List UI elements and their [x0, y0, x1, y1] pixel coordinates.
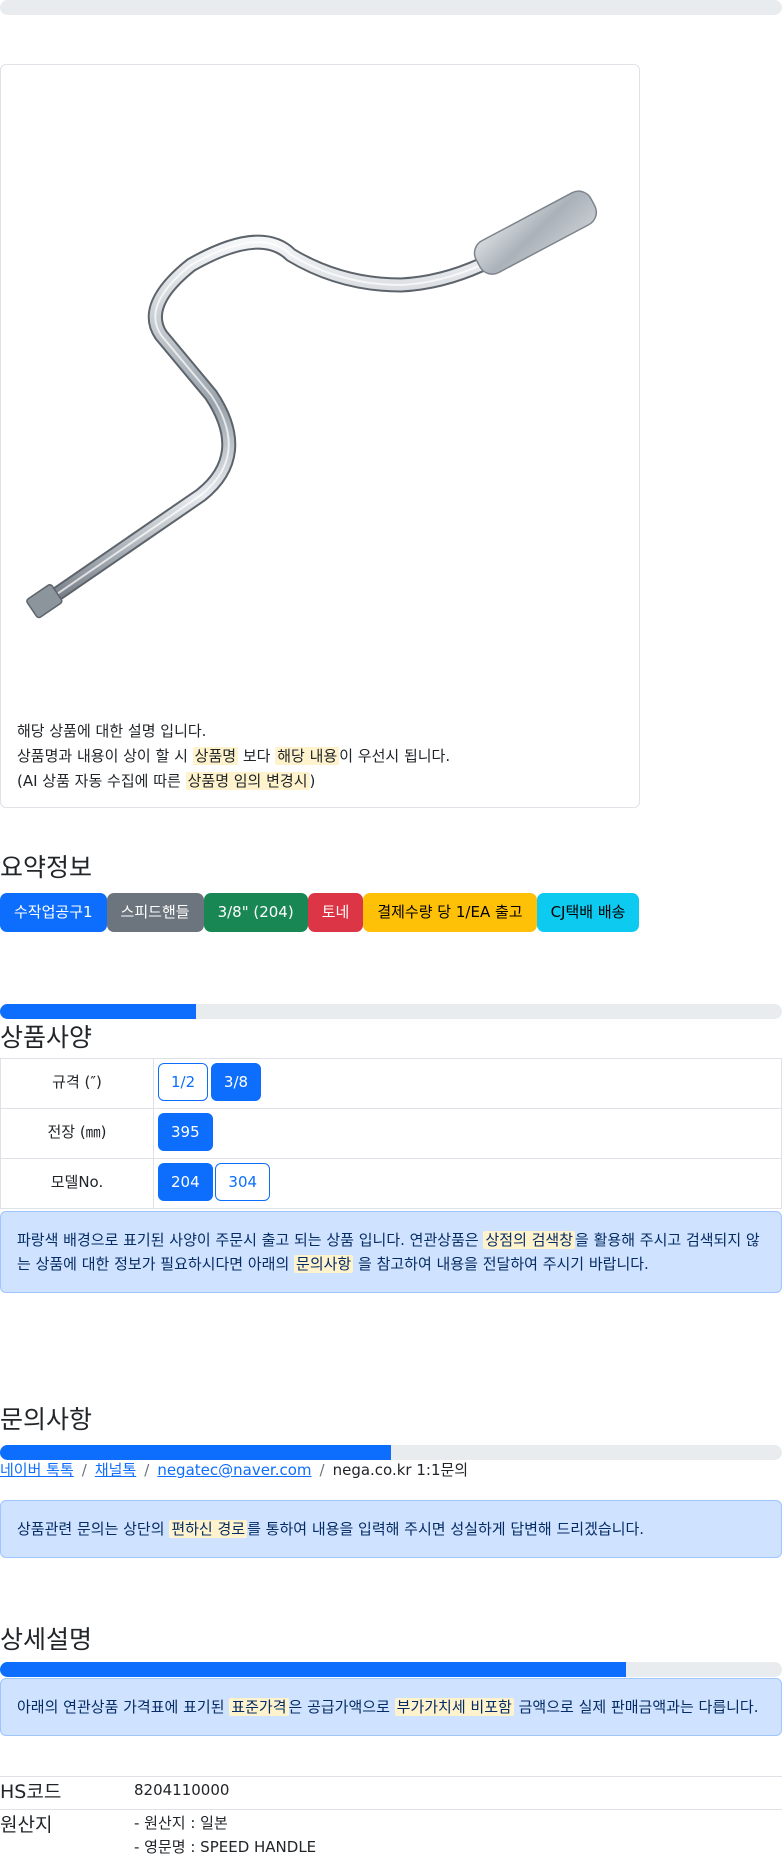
highlight-standard-price: 표준가격	[229, 1698, 289, 1716]
inquiry-links: 네이버 톡톡 / 채널톡 / negatec@naver.com / nega.co.kr …	[0, 1459, 468, 1480]
option-395[interactable]: 395	[158, 1113, 213, 1151]
separator: /	[81, 1461, 87, 1479]
spec-row-length: 전장 (㎜) 395	[0, 1108, 782, 1159]
highlight-name-change: 상품명 임의 변경시	[185, 772, 310, 790]
option-1-2[interactable]: 1/2	[158, 1063, 209, 1101]
inquiry-progress-bar	[0, 1445, 782, 1460]
detail-title: 상세설명	[0, 1625, 93, 1654]
highlight-inquiry: 문의사항	[294, 1255, 354, 1273]
highlight-search: 상점의 검색창	[483, 1231, 576, 1249]
option-204[interactable]: 204	[158, 1163, 213, 1201]
separator: /	[144, 1461, 150, 1479]
spec-label-size: 규격 (″)	[0, 1058, 154, 1109]
link-channel-talk[interactable]: 채널톡	[95, 1461, 136, 1479]
option-304[interactable]: 304	[215, 1163, 271, 1201]
badge-quantity: 결제수량 당 1/EA 출고	[363, 893, 537, 932]
site-inquiry-text: nega.co.kr 1:1문의	[332, 1461, 469, 1479]
desc-line-2: 상품명과 내용이 상이 할 시 상품명 보다 해당 내용 이 우선시 됩니다.	[17, 747, 451, 765]
detail-progress-bar	[0, 1662, 782, 1677]
origin-label: 원산지	[0, 1814, 53, 1836]
spec-table: 규격 (″) 1/2 3/8 전장 (㎜) 395 모델No. 204 304	[0, 1058, 782, 1209]
highlight-vat: 부가가치세 비포함	[394, 1698, 514, 1716]
inquiry-progress-fill	[0, 1445, 391, 1460]
link-email[interactable]: negatec@naver.com	[157, 1461, 311, 1479]
summary-badges: 수작업공구1 스피드핸들 3/8" (204) 토네 결제수량 당 1/EA 출…	[0, 893, 640, 932]
speed-handle-image	[26, 190, 598, 619]
hs-code-label: HS코드	[0, 1781, 62, 1803]
spec-label-model: 모델No.	[0, 1158, 154, 1209]
link-naver-talk[interactable]: 네이버 톡톡	[0, 1461, 74, 1479]
option-3-8[interactable]: 3/8	[210, 1063, 262, 1101]
badge-shipping: CJ택배 배송	[536, 893, 640, 932]
spec-notice: 파랑색 배경으로 표기된 사양이 주문시 출고 되는 상품 입니다. 연관상품은…	[0, 1211, 782, 1293]
spec-progress-bar	[0, 1004, 782, 1019]
detail-progress-fill	[0, 1662, 626, 1677]
highlight-channel: 편하신 경로	[169, 1520, 248, 1538]
badge-type: 스피드핸들	[106, 893, 204, 932]
price-notice: 아래의 연관상품 가격표에 표기된 표준가격 은 공급가액으로 부가가치세 비포함…	[0, 1678, 782, 1736]
highlight-product-name: 상품명	[192, 747, 239, 765]
badge-category: 수작업공구1	[0, 893, 107, 932]
inquiry-notice: 상품관련 문의는 상단의 편하신 경로 를 통하여 내용을 입력해 주시면 성실하…	[0, 1500, 782, 1558]
badge-size: 3/8" (204)	[203, 893, 308, 932]
spec-label-length: 전장 (㎜)	[0, 1108, 154, 1159]
desc-line-1: 해당 상품에 대한 설명 입니다.	[17, 722, 207, 740]
divider	[0, 1809, 782, 1810]
spec-row-model: 모델No. 204 304	[0, 1158, 782, 1209]
spec-row-size: 규격 (″) 1/2 3/8	[0, 1058, 782, 1109]
spec-title: 상품사양	[0, 1023, 93, 1052]
product-card: 해당 상품에 대한 설명 입니다. 상품명과 내용이 상이 할 시 상품명 보다…	[0, 64, 640, 808]
inquiry-title: 문의사항	[0, 1405, 93, 1434]
origin-value: - 원산지 : 일본 - 영문명 : SPEED HANDLE	[134, 1811, 316, 1859]
product-description: 해당 상품에 대한 설명 입니다. 상품명과 내용이 상이 할 시 상품명 보다…	[17, 719, 450, 794]
top-progress-bar	[0, 0, 782, 15]
badge-brand: 토네	[307, 893, 364, 932]
desc-line-3: (AI 상품 자동 수집에 따른 상품명 임의 변경시)	[17, 772, 316, 790]
spec-progress-fill	[0, 1004, 196, 1019]
origin-country: - 원산지 : 일본	[134, 1814, 228, 1832]
english-name: - 영문명 : SPEED HANDLE	[134, 1838, 317, 1856]
summary-title: 요약정보	[0, 853, 93, 882]
separator: /	[319, 1461, 325, 1479]
hs-code-value: 8204110000	[134, 1781, 230, 1799]
highlight-content: 해당 내용	[275, 747, 340, 765]
divider	[0, 1776, 782, 1777]
